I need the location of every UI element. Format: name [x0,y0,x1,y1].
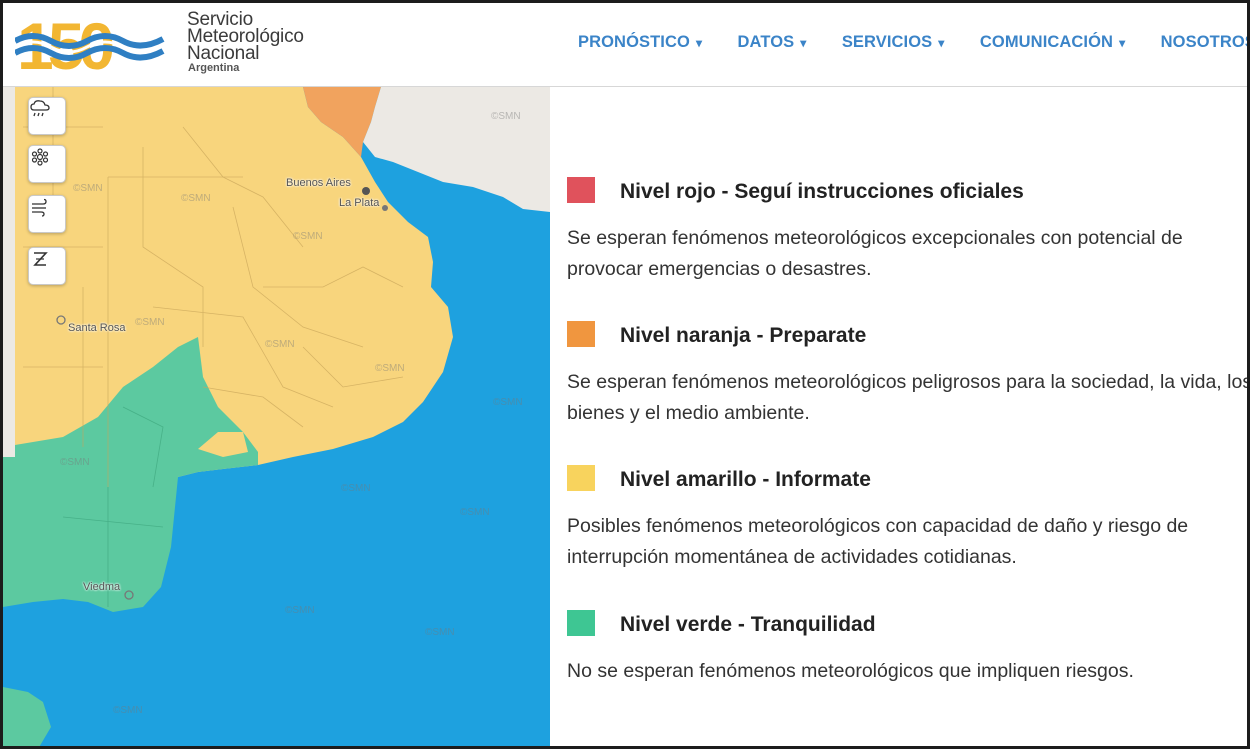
snow-layer-button[interactable] [28,145,66,183]
nav-pronostico[interactable]: PRONÓSTICO ▾ [578,33,702,52]
nav-comunicacion[interactable]: COMUNICACIÓN ▾ [980,33,1125,52]
logo-line-3: Nacional [187,43,260,64]
watermark: ©SMN [73,183,103,194]
level-title: Nivel verde - Tranquilidad [620,613,876,636]
site-header: 150 Servicio Meteorológico Nacional Arge… [3,3,1247,87]
nav-label: PRONÓSTICO [578,33,690,51]
level-title: Nivel rojo - Seguí instrucciones oficial… [620,180,1024,203]
level-description: Se esperan fenómenos meteorológicos exce… [567,227,1183,280]
wind-layer-button[interactable] [28,195,66,233]
chevron-down-icon: ▾ [800,36,807,50]
level-color-swatch [567,321,595,347]
rain-layer-button[interactable] [28,97,66,135]
nav-label: COMUNICACIÓN [979,33,1114,51]
level-color-swatch [567,465,595,491]
nav-nosotros[interactable]: NOSOTROS [1160,33,1250,52]
watermark: ©SMN [425,627,455,638]
level-color-swatch [567,610,595,636]
watermark: ©SMN [181,193,211,204]
watermark: ©SMN [113,705,143,716]
level-color-swatch [567,177,595,203]
chevron-down-icon: ▾ [1119,36,1126,50]
watermark: ©SMN [135,317,165,328]
level-title: Nivel amarillo - Informate [620,468,871,491]
watermark: ©SMN [265,339,295,350]
nav-datos[interactable]: DATOS ▾ [738,33,807,52]
watermark: ©SMN [491,111,521,122]
watermark: ©SMN [341,483,371,494]
snowflake-icon [31,148,49,166]
main-nav: PRONÓSTICO ▾ DATOS ▾ SERVICIOS ▾ COMUNICACI… [578,33,1250,52]
nav-servicios[interactable]: SERVICIOS ▾ [842,33,945,52]
logo-text: Servicio Meteorológico Nacional Argentin… [187,10,304,75]
watermark: ©SMN [60,457,90,468]
zonda-icon [33,252,48,266]
level-title: Nivel naranja - Preparate [620,324,867,347]
chevron-down-icon: ▾ [938,36,945,50]
logo-150-icon: 150 [13,9,165,83]
chevron-down-icon: ▾ [695,36,703,50]
alert-map[interactable]: Buenos Aires La Plata Santa Rosa Viedma … [3,87,550,746]
level-description: Se esperan fenómenos meteorológicos peli… [567,371,1250,424]
watermark: ©SMN [460,507,490,518]
watermark: ©SMN [293,231,323,242]
rain-cloud-icon [30,100,50,117]
label-viedma: Viedma [83,581,121,593]
nav-label: DATOS [737,33,795,51]
page-frame: 150 Servicio Meteorológico Nacional Arge… [0,0,1250,749]
zonda-layer-button[interactable] [28,247,66,285]
watermark: ©SMN [285,605,315,616]
watermark: ©SMN [375,363,405,374]
level-description: Posibles fenómenos meteorológicos con ca… [567,515,1189,568]
label-la-plata: La Plata [339,197,380,209]
nav-label: SERVICIOS [841,33,933,51]
label-buenos-aires: Buenos Aires [286,177,351,189]
level-description: No se esperan fenómenos meteorológicos q… [567,660,1134,682]
wind-icon [32,198,47,217]
nav-label: NOSOTROS [1160,33,1250,51]
watermark: ©SMN [493,397,523,408]
smn-logo[interactable]: 150 Servicio Meteorológico Nacional Arge… [13,7,315,83]
label-santa-rosa: Santa Rosa [68,322,126,334]
